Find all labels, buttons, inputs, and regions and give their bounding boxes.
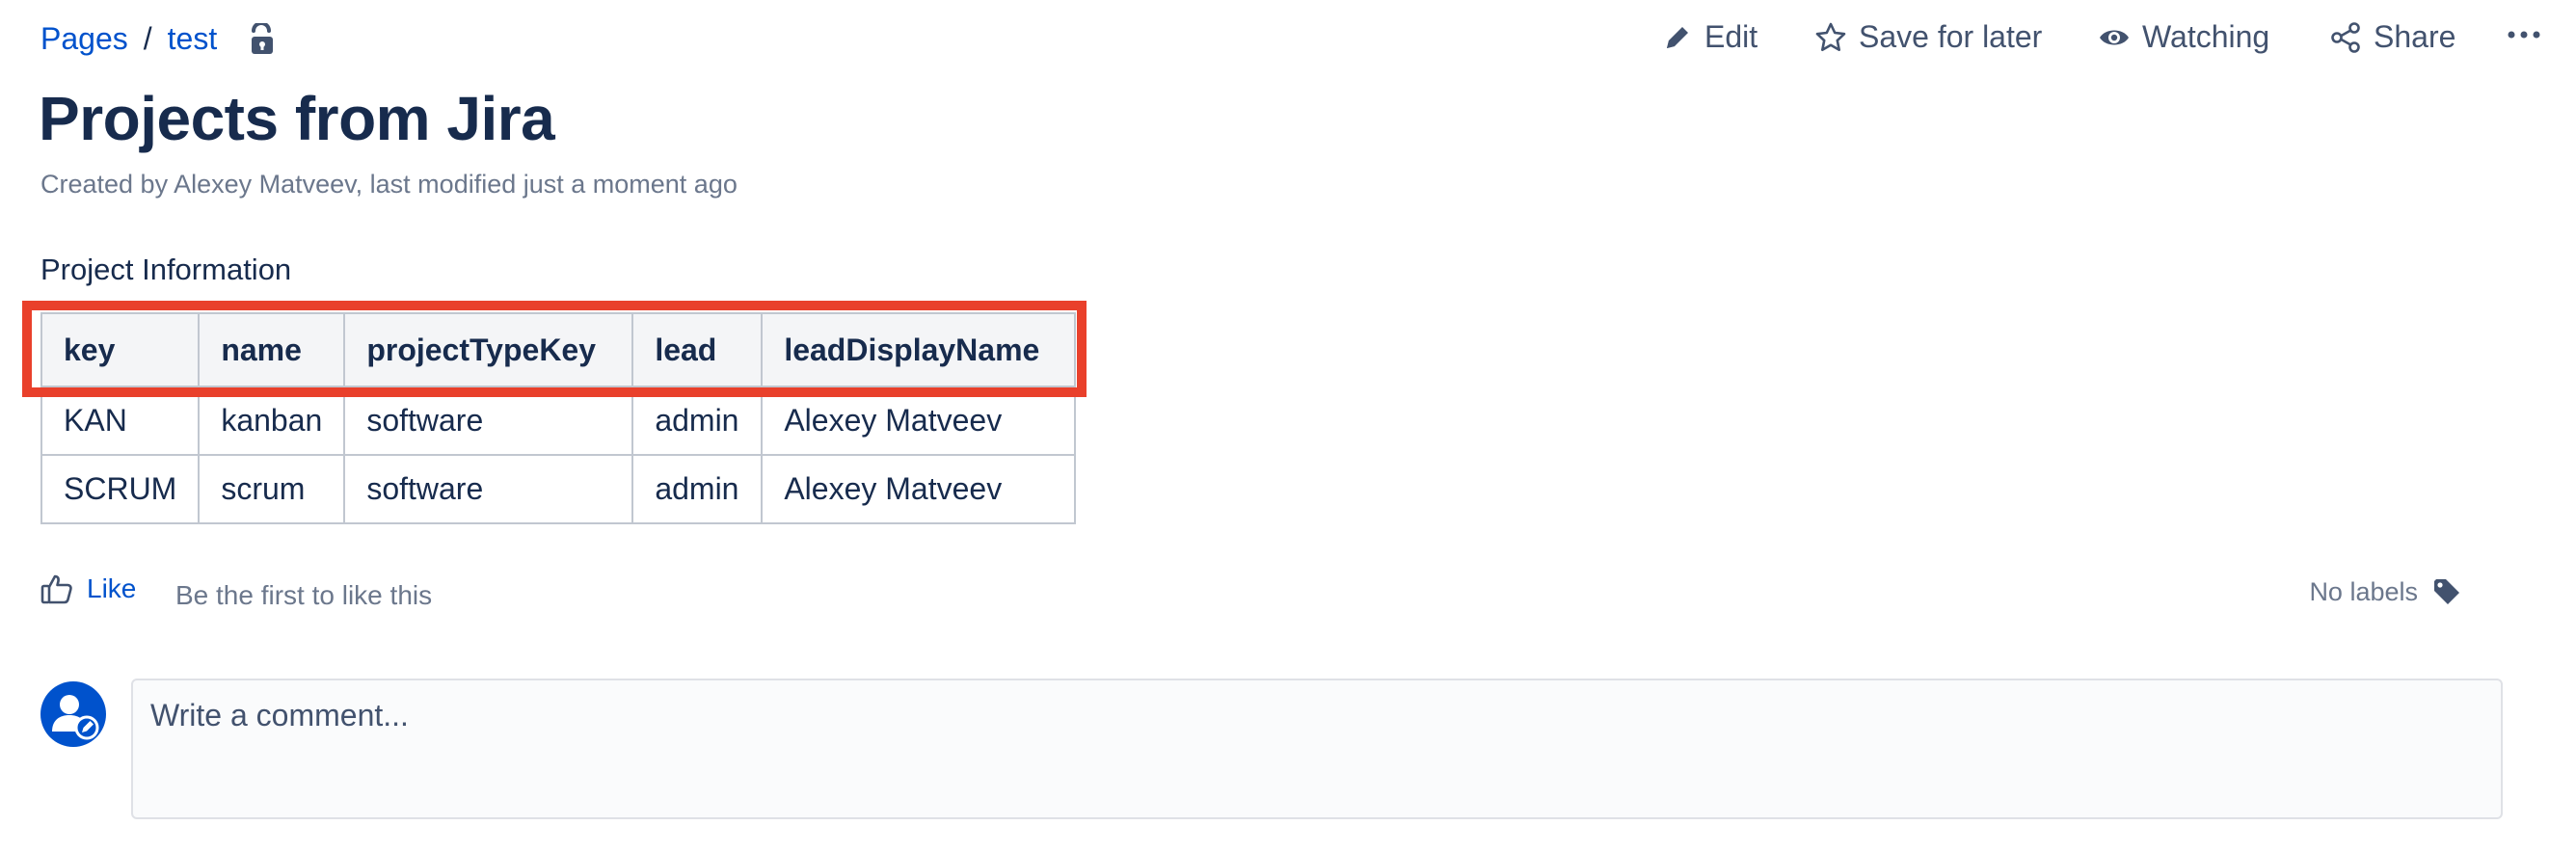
project-table: key name projectTypeKey lead leadDisplay… bbox=[40, 312, 1077, 524]
watching-label: Watching bbox=[2142, 19, 2270, 54]
like-label: Like bbox=[87, 573, 137, 603]
page-title: Projects from Jira bbox=[39, 84, 555, 153]
save-for-later-button[interactable]: Save for later bbox=[1814, 19, 2042, 55]
table-cell: software bbox=[343, 386, 634, 456]
page-header: Pages / test Edit Save for later Watchin… bbox=[0, 0, 2576, 83]
column-header-key: key bbox=[40, 312, 201, 387]
thumbs-up-icon bbox=[40, 574, 72, 604]
labels-button[interactable]: No labels bbox=[2309, 576, 2462, 607]
column-header-lead-display-name: leadDisplayName bbox=[761, 312, 1077, 387]
table-cell: kanban bbox=[198, 386, 346, 456]
table-header-row: key name projectTypeKey lead leadDisplay… bbox=[40, 312, 1077, 387]
confluence-page: Pages / test Edit Save for later Watchin… bbox=[0, 0, 2576, 852]
page-byline: Created by Alexey Matveev, last modified… bbox=[40, 170, 738, 199]
table-row: SCRUM scrum software admin Alexey Matvee… bbox=[40, 454, 1077, 524]
table-row: KAN kanban software admin Alexey Matveev bbox=[40, 386, 1077, 456]
star-icon bbox=[1815, 22, 1846, 51]
column-header-name: name bbox=[198, 312, 346, 387]
share-icon bbox=[2331, 21, 2360, 53]
more-icon bbox=[2508, 31, 2540, 39]
section-heading: Project Information bbox=[40, 253, 292, 286]
user-avatar-icon bbox=[40, 681, 106, 747]
save-for-later-label: Save for later bbox=[1859, 19, 2043, 54]
edit-button[interactable]: Edit bbox=[1662, 19, 1758, 55]
edit-label: Edit bbox=[1704, 19, 1758, 54]
table-cell: Alexey Matveev bbox=[761, 386, 1077, 456]
table-cell: KAN bbox=[40, 386, 201, 456]
tag-icon bbox=[2434, 579, 2459, 604]
watching-button[interactable]: Watching bbox=[2098, 19, 2269, 55]
share-label: Share bbox=[2374, 19, 2456, 54]
column-header-project-type-key: projectTypeKey bbox=[343, 312, 634, 387]
column-header-lead: lead bbox=[631, 312, 764, 387]
comment-input[interactable]: Write a comment... bbox=[131, 679, 2503, 819]
more-actions-button[interactable] bbox=[2507, 25, 2553, 44]
table-cell: admin bbox=[631, 386, 764, 456]
table-cell: Alexey Matveev bbox=[761, 454, 1077, 524]
table-cell: scrum bbox=[198, 454, 346, 524]
no-labels-text: No labels bbox=[2309, 576, 2418, 606]
page-actions: Edit Save for later Watching Share bbox=[0, 19, 2576, 62]
pencil-icon bbox=[1667, 26, 1688, 48]
eye-icon bbox=[2100, 30, 2129, 44]
like-status-text: Be the first to like this bbox=[175, 580, 433, 610]
table-cell: SCRUM bbox=[40, 454, 201, 524]
like-row: Like Be the first to like this No labels bbox=[40, 572, 2509, 621]
like-button[interactable]: Like bbox=[40, 572, 136, 605]
project-table-container: key name projectTypeKey lead leadDisplay… bbox=[40, 312, 1077, 524]
share-button[interactable]: Share bbox=[2329, 19, 2455, 55]
table-cell: admin bbox=[631, 454, 764, 524]
table-cell: software bbox=[343, 454, 634, 524]
